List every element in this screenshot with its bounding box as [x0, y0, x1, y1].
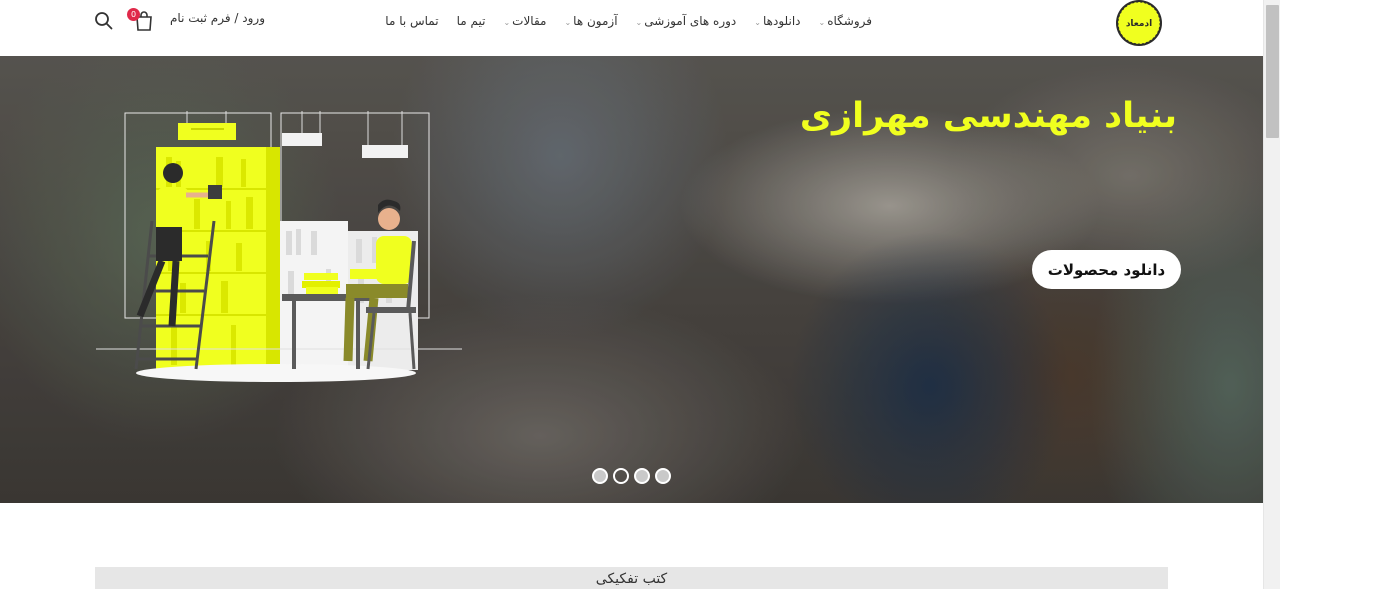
chevron-down-icon: ⌄	[818, 17, 826, 27]
nav-label: فروشگاه	[827, 14, 872, 28]
slider-dot-3[interactable]	[634, 468, 650, 484]
scrollbar-thumb[interactable]	[1266, 5, 1279, 138]
category-section-header: کتب تفکیکی	[95, 567, 1168, 589]
nav-item-shop[interactable]: فروشگاه ⌄	[819, 14, 872, 28]
nav-label: آزمون ها	[573, 14, 618, 28]
nav-item-contact[interactable]: تماس با ما	[385, 14, 438, 28]
vertical-scrollbar[interactable]	[1263, 0, 1280, 589]
cart-count-badge: 0	[127, 8, 140, 21]
site-logo[interactable]: ادمعاد	[1112, 0, 1166, 48]
nav-label: دانلودها	[762, 14, 801, 28]
svg-text:ادمعاد: ادمعاد	[1126, 19, 1152, 29]
nav-item-articles[interactable]: مقالات ⌄	[503, 14, 546, 28]
library-illustration	[96, 111, 462, 382]
nav-item-exams[interactable]: آزمون ها ⌄	[564, 14, 617, 28]
nav-item-team[interactable]: تیم ما	[457, 14, 486, 28]
site-header: ادمعاد فروشگاه ⌄ دانلودها ⌄ دوره های آموزش…	[0, 0, 1263, 56]
slider-dot-4[interactable]	[655, 468, 671, 484]
nav-label: دوره های آموزشی	[644, 14, 737, 28]
page: ادمعاد فروشگاه ⌄ دانلودها ⌄ دوره های آموزش…	[0, 0, 1263, 589]
chevron-down-icon: ⌄	[754, 17, 761, 27]
login-register-link[interactable]: ورود / فرم ثبت نام	[170, 11, 265, 25]
nav-label: مقالات	[512, 14, 547, 28]
search-button[interactable]	[94, 11, 113, 30]
slider-pagination	[592, 468, 671, 484]
section-title: کتب تفکیکی	[595, 571, 668, 587]
chevron-down-icon: ⌄	[503, 17, 511, 27]
nav-label: تیم ما	[456, 14, 486, 28]
hero-title: بنیاد مهندسی مهرازی	[799, 96, 1177, 136]
slider-dot-1[interactable]	[592, 468, 608, 484]
slider-dot-2[interactable]	[613, 468, 629, 484]
nav-label: تماس با ما	[385, 14, 439, 28]
download-products-button[interactable]: دانلود محصولات	[1032, 250, 1181, 289]
nav-item-courses[interactable]: دوره های آموزشی ⌄	[636, 14, 737, 28]
main-nav: فروشگاه ⌄ دانلودها ⌄ دوره های آموزشی ⌄ آزمو…	[385, 11, 872, 31]
chevron-down-icon: ⌄	[564, 17, 572, 27]
hero-slider: بنیاد مهندسی مهرازی دانلود محصولات	[0, 56, 1263, 503]
search-icon	[95, 12, 113, 30]
chevron-down-icon: ⌄	[635, 17, 643, 27]
nav-item-downloads[interactable]: دانلودها ⌄	[754, 14, 800, 28]
